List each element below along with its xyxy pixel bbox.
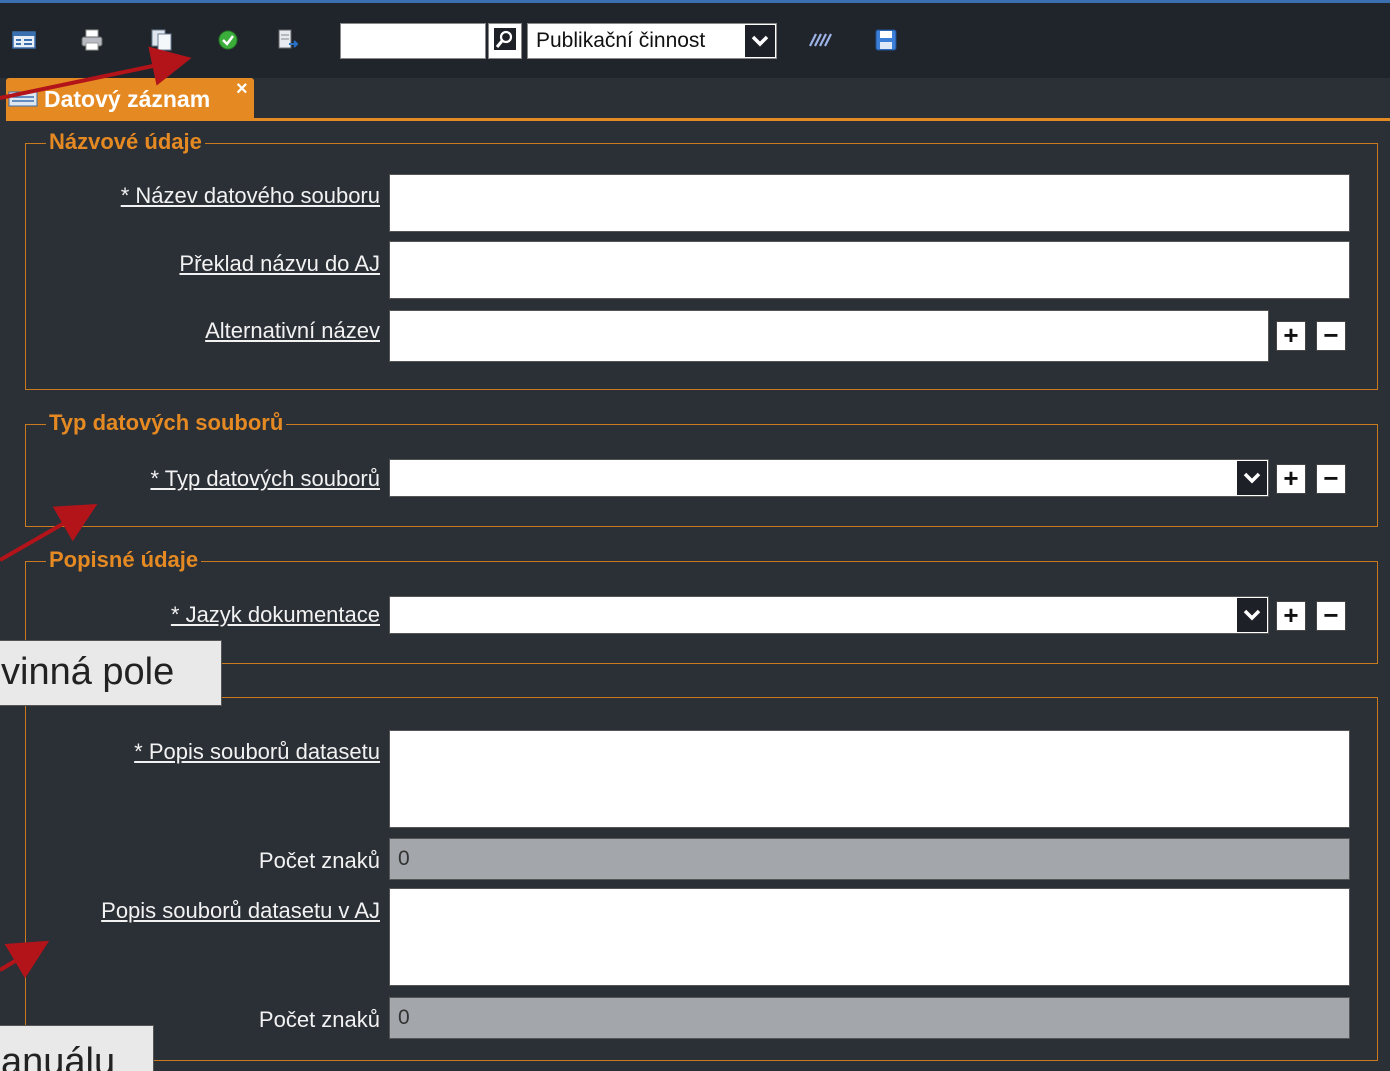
tab-label: Datový záznam xyxy=(44,85,211,112)
chevron-down-icon[interactable] xyxy=(1237,461,1267,495)
callout-manualu-text: anuálu xyxy=(1,1041,116,1071)
label-typ-datovych-souboru[interactable]: * Typ datových souborů xyxy=(150,466,380,492)
add-typ-button[interactable]: + xyxy=(1276,464,1306,494)
section-legend: Popisné údaje xyxy=(46,547,202,573)
copy-icon[interactable] xyxy=(150,28,174,52)
alternativni-nazev-input[interactable] xyxy=(389,310,1269,362)
record-icon xyxy=(8,91,38,112)
module-select-value: Publikační činnost xyxy=(536,29,706,52)
label-preklad-nazvu[interactable]: Překlad názvu do AJ xyxy=(179,251,380,277)
tab-datovy-zaznam[interactable]: Datový záznam × xyxy=(6,78,254,120)
nazev-datoveho-souboru-input[interactable] xyxy=(389,174,1350,232)
tab-underline xyxy=(6,118,1390,121)
close-icon[interactable]: × xyxy=(236,78,248,101)
section-legend: Názvové údaje xyxy=(46,129,205,155)
popis-souboru-datasetu-textarea[interactable] xyxy=(389,730,1350,828)
module-select[interactable]: Publikační činnost xyxy=(527,23,777,59)
remove-jazyk-button[interactable]: − xyxy=(1316,601,1346,631)
pocet-znaku-field: 0 xyxy=(389,838,1350,880)
label-pocet-znaku-aj: Počet znaků xyxy=(258,1007,380,1032)
pocet-znaku-aj-field: 0 xyxy=(389,997,1350,1039)
check-icon[interactable] xyxy=(216,28,240,52)
label-jazyk-dokumentace[interactable]: * Jazyk dokumentace xyxy=(171,602,380,628)
remove-typ-button[interactable]: − xyxy=(1316,464,1346,494)
chevron-down-icon[interactable] xyxy=(745,25,775,57)
jazyk-dokumentace-select[interactable] xyxy=(389,596,1269,634)
callout-povinna-pole-text: vinná pole xyxy=(1,651,175,693)
callout-povinna-pole: vinná pole xyxy=(0,640,222,706)
label-pocet-znaku: Počet znaků xyxy=(258,848,380,873)
label-alternativni-nazev[interactable]: Alternativní název xyxy=(205,318,380,344)
table-icon[interactable] xyxy=(12,28,36,52)
add-jazyk-button[interactable]: + xyxy=(1276,601,1306,631)
search-button[interactable] xyxy=(488,23,522,59)
search-input[interactable] xyxy=(340,23,486,59)
add-alternativni-nazev-button[interactable]: + xyxy=(1276,321,1306,351)
export-icon[interactable] xyxy=(276,28,300,52)
callout-manualu: anuálu xyxy=(0,1025,154,1071)
label-popis-souboru-datasetu[interactable]: * Popis souborů datasetu xyxy=(134,739,380,765)
preklad-nazvu-input[interactable] xyxy=(389,241,1350,299)
lines-icon[interactable] xyxy=(806,28,832,52)
label-nazev-datoveho-souboru[interactable]: * Název datového souboru xyxy=(121,183,380,209)
label-popis-souboru-datasetu-aj[interactable]: Popis souborů datasetu v AJ xyxy=(101,898,380,924)
remove-alternativni-nazev-button[interactable]: − xyxy=(1316,321,1346,351)
chevron-down-icon[interactable] xyxy=(1237,598,1267,632)
section-legend: Typ datových souborů xyxy=(46,410,287,436)
typ-datovych-souboru-select[interactable] xyxy=(389,459,1269,497)
save-icon[interactable] xyxy=(874,28,898,52)
print-icon[interactable] xyxy=(80,28,104,52)
popis-souboru-datasetu-aj-textarea[interactable] xyxy=(389,888,1350,986)
toolbar: Publikační činnost xyxy=(0,0,1390,78)
search-icon xyxy=(494,27,516,55)
